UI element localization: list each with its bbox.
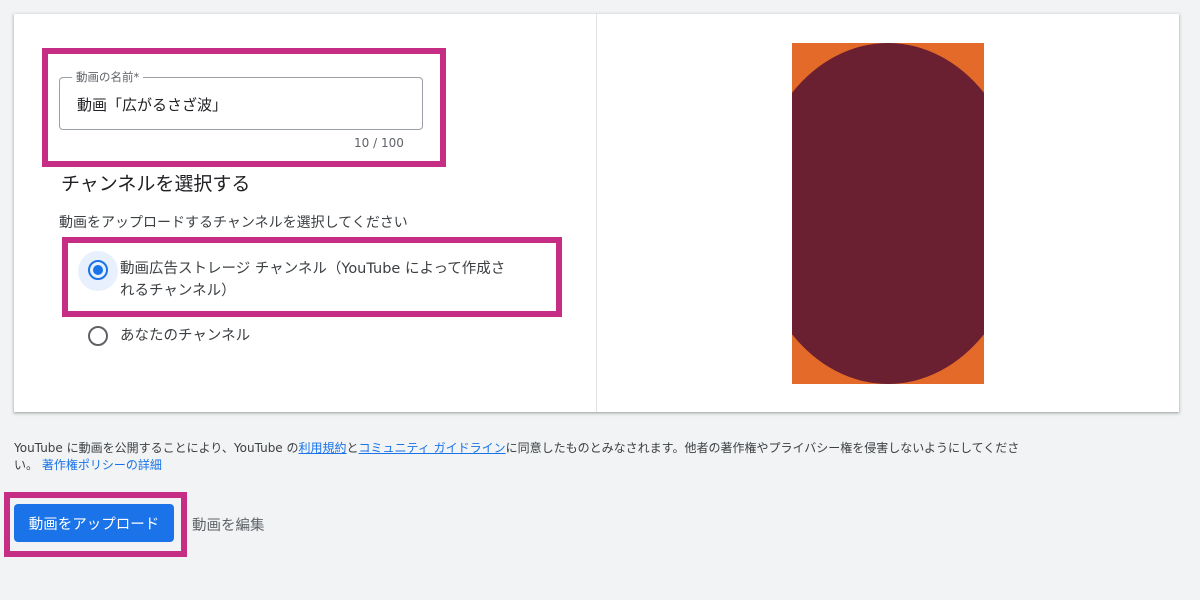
radio-option-my-channel[interactable]: あなたのチャンネル [88, 326, 250, 347]
terms-notice: YouTube に動画を公開することにより、YouTube の利用規約とコミュニ… [14, 440, 1174, 474]
edit-video-button[interactable]: 動画を編集 [192, 514, 265, 535]
terms-text-and: と [346, 441, 359, 455]
radio-option-label-line2: れるチャンネル） [120, 283, 236, 299]
preview-image [792, 43, 984, 384]
radio-selected-icon[interactable] [88, 260, 108, 280]
channel-heading: チャンネルを選択する [61, 173, 251, 195]
community-guidelines-link[interactable]: コミュニティ ガイドライン [359, 441, 506, 455]
copyright-policy-link[interactable]: 著作権ポリシーの詳細 [42, 458, 162, 472]
terms-of-service-link[interactable]: 利用規約 [299, 441, 347, 455]
vertical-divider [596, 14, 597, 412]
video-name-field[interactable]: 動画の名前* 動画「広がるさざ波」 [59, 69, 423, 130]
radio-option-ad-storage[interactable]: 動画広告ストレージ チャンネル（YouTube によって作成さ れるチャンネル） [88, 260, 558, 302]
upload-video-button[interactable]: 動画をアップロード [14, 504, 174, 542]
channel-instruction: 動画をアップロードするチャンネルを選択してください [59, 215, 408, 231]
upload-card: 動画の名前* 動画「広がるさざ波」 10 / 100 チャンネルを選択する 動画… [14, 14, 1179, 412]
video-name-label: 動画の名前* [72, 69, 144, 85]
video-preview [792, 43, 984, 384]
video-name-input[interactable]: 動画「広がるさざ波」 [77, 94, 227, 115]
radio-option-label: 動画広告ストレージ チャンネル（YouTube によって作成さ れるチャンネル） [120, 258, 505, 302]
terms-text-before: YouTube に動画を公開することにより、YouTube の [14, 441, 299, 455]
char-counter: 10 / 100 [354, 136, 404, 150]
radio-option-label: あなたのチャンネル [120, 328, 251, 344]
radio-unselected-icon[interactable] [88, 326, 108, 346]
radio-option-label-line1: 動画広告ストレージ チャンネル（YouTube によって作成さ [120, 261, 506, 277]
terms-text-line2: い。 [14, 458, 39, 472]
terms-text-after: に同意したものとみなされます。他者の著作権やプライバシー権を侵害しないようにして… [505, 441, 1020, 455]
